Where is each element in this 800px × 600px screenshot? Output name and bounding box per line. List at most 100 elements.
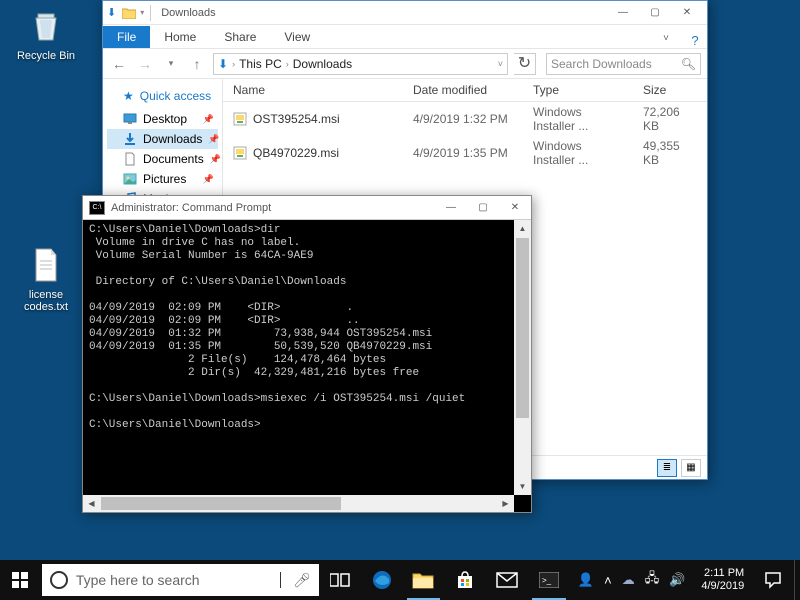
tab-share[interactable]: Share <box>210 26 270 48</box>
nav-up-button[interactable]: ↑ <box>187 56 207 72</box>
col-date[interactable]: Date modified <box>403 79 523 102</box>
close-button[interactable]: ✕ <box>499 197 531 219</box>
taskbar-clock[interactable]: 2:11 PM 4/9/2019 <box>693 567 752 593</box>
license-codes-label: license codes.txt <box>8 289 84 313</box>
file-name: QB4970229.msi <box>253 146 339 160</box>
minimize-button[interactable]: ― <box>607 2 639 24</box>
nav-back-button[interactable]: ← <box>109 56 129 72</box>
documents-icon <box>123 152 137 166</box>
task-view-icon <box>330 572 350 588</box>
view-details-button[interactable]: ≣ <box>657 459 677 477</box>
help-icon[interactable]: ? <box>683 33 707 48</box>
taskbar-search[interactable]: Type here to search 🎤︎ <box>42 564 319 596</box>
taskbar-cmd[interactable]: >_ <box>528 560 570 600</box>
cmd-horizontal-scrollbar[interactable]: ◀ ▶ <box>83 495 514 512</box>
cmd-titlebar[interactable]: C:\ Administrator: Command Prompt ― ▢ ✕ <box>83 196 531 220</box>
file-date: 4/9/2019 1:35 PM <box>403 136 523 170</box>
star-icon: ★ <box>123 89 134 103</box>
col-name[interactable]: Name <box>223 79 403 102</box>
down-arrow-blue-icon: ⬇ <box>218 57 228 71</box>
task-view-button[interactable] <box>319 560 361 600</box>
qat-dropdown-icon[interactable]: ▾ <box>140 8 144 17</box>
sidebar-item-desktop[interactable]: Desktop 📌 <box>107 109 218 129</box>
taskbar: Type here to search 🎤︎ >_ 👤 ˄ ☁ 🖧 🔊 2:11… <box>0 560 800 600</box>
sidebar-item-downloads[interactable]: Downloads 📌 <box>107 129 218 149</box>
address-dropdown-icon[interactable]: ˅ <box>498 59 503 69</box>
txt-file-icon <box>26 245 66 285</box>
cmd-taskbar-icon: >_ <box>539 572 559 588</box>
crumb-this-pc[interactable]: This PC <box>239 57 282 71</box>
taskbar-store[interactable] <box>444 560 486 600</box>
scroll-left-icon[interactable]: ◀ <box>83 495 100 512</box>
people-icon[interactable]: 👤 <box>578 572 594 588</box>
nav-history-dropdown[interactable]: ▾ <box>161 58 181 69</box>
pin-icon: 📌 <box>208 134 219 145</box>
sidebar-item-documents[interactable]: Documents 📌 <box>107 149 218 169</box>
scroll-down-icon[interactable]: ▼ <box>514 478 531 495</box>
clock-date: 4/9/2019 <box>701 580 744 593</box>
desktop-icon <box>123 112 137 126</box>
scroll-thumb[interactable] <box>101 497 341 510</box>
network-icon[interactable]: 🖧 <box>645 569 660 591</box>
tab-file[interactable]: File <box>103 26 150 48</box>
system-tray: 👤 ˄ ☁ 🖧 🔊 <box>570 569 693 591</box>
recycle-bin[interactable]: Recycle Bin <box>8 6 84 62</box>
file-type: Windows Installer ... <box>523 102 633 137</box>
svg-text:>_: >_ <box>542 576 552 585</box>
cmd-terminal[interactable]: C:\Users\Daniel\Downloads>dir Volume in … <box>83 220 531 495</box>
windows-logo-icon <box>12 572 28 588</box>
pin-icon: 📌 <box>203 174 214 185</box>
tab-home[interactable]: Home <box>150 26 210 48</box>
down-arrow-save-icon[interactable]: ⬇ <box>107 6 116 19</box>
pin-icon: 📌 <box>203 114 214 125</box>
action-center-button[interactable] <box>752 560 794 600</box>
view-large-icons-button[interactable]: ▦ <box>681 459 701 477</box>
start-button[interactable] <box>0 560 40 600</box>
refresh-button[interactable]: ↻ <box>514 53 536 75</box>
col-size[interactable]: Size <box>633 79 707 102</box>
scroll-up-icon[interactable]: ▲ <box>514 220 531 237</box>
maximize-button[interactable]: ▢ <box>639 2 671 24</box>
explorer-nav: ← → ▾ ↑ ⬇ › This PC › Downloads ˅ ↻ Sear… <box>103 49 707 79</box>
col-type[interactable]: Type <box>523 79 633 102</box>
edge-icon <box>371 569 393 591</box>
show-desktop-button[interactable] <box>794 560 800 600</box>
file-date: 4/9/2019 1:32 PM <box>403 102 523 137</box>
sidebar-item-label: Documents <box>143 152 204 166</box>
taskbar-explorer[interactable] <box>403 560 445 600</box>
folder-small-icon[interactable] <box>122 7 136 19</box>
license-codes-file[interactable]: license codes.txt <box>8 245 84 313</box>
tab-view[interactable]: View <box>270 26 324 48</box>
sidebar-item-label: Pictures <box>143 172 186 186</box>
search-placeholder: Search Downloads <box>551 57 652 71</box>
taskbar-mail[interactable] <box>486 560 528 600</box>
notification-icon <box>764 571 782 589</box>
ribbon-expand-icon[interactable]: ˅ <box>649 29 683 48</box>
nav-forward-button[interactable]: → <box>135 56 155 72</box>
sidebar-quick-access[interactable]: ★ Quick access <box>107 87 218 109</box>
onedrive-icon[interactable]: ☁ <box>622 572 635 588</box>
crumb-downloads[interactable]: Downloads <box>293 57 352 71</box>
minimize-button[interactable]: ― <box>435 197 467 219</box>
taskbar-edge[interactable] <box>361 560 403 600</box>
sidebar-item-pictures[interactable]: Pictures 📌 <box>107 169 218 189</box>
maximize-button[interactable]: ▢ <box>467 197 499 219</box>
msi-icon <box>233 112 247 126</box>
tray-chevron-icon[interactable]: ˄ <box>604 573 612 588</box>
address-bar[interactable]: ⬇ › This PC › Downloads ˅ <box>213 53 508 75</box>
cmd-vertical-scrollbar[interactable]: ▲ ▼ <box>514 220 531 495</box>
clock-time: 2:11 PM <box>701 567 744 580</box>
scroll-thumb[interactable] <box>516 238 529 418</box>
mic-icon[interactable]: 🎤︎ <box>293 572 311 589</box>
volume-icon[interactable]: 🔊 <box>669 572 685 588</box>
pin-icon: 📌 <box>210 154 221 165</box>
table-row[interactable]: OST395254.msi 4/9/2019 1:32 PM Windows I… <box>223 102 707 137</box>
search-box[interactable]: Search Downloads 🔍︎ <box>546 53 701 75</box>
store-icon <box>455 570 475 590</box>
table-row[interactable]: QB4970229.msi 4/9/2019 1:35 PM Windows I… <box>223 136 707 170</box>
scroll-right-icon[interactable]: ▶ <box>497 495 514 512</box>
close-button[interactable]: ✕ <box>671 2 703 24</box>
explorer-qat: ⬇ ▾ Downloads ― ▢ ✕ <box>103 1 707 25</box>
file-name: OST395254.msi <box>253 112 340 126</box>
cmd-window: C:\ Administrator: Command Prompt ― ▢ ✕ … <box>82 195 532 513</box>
